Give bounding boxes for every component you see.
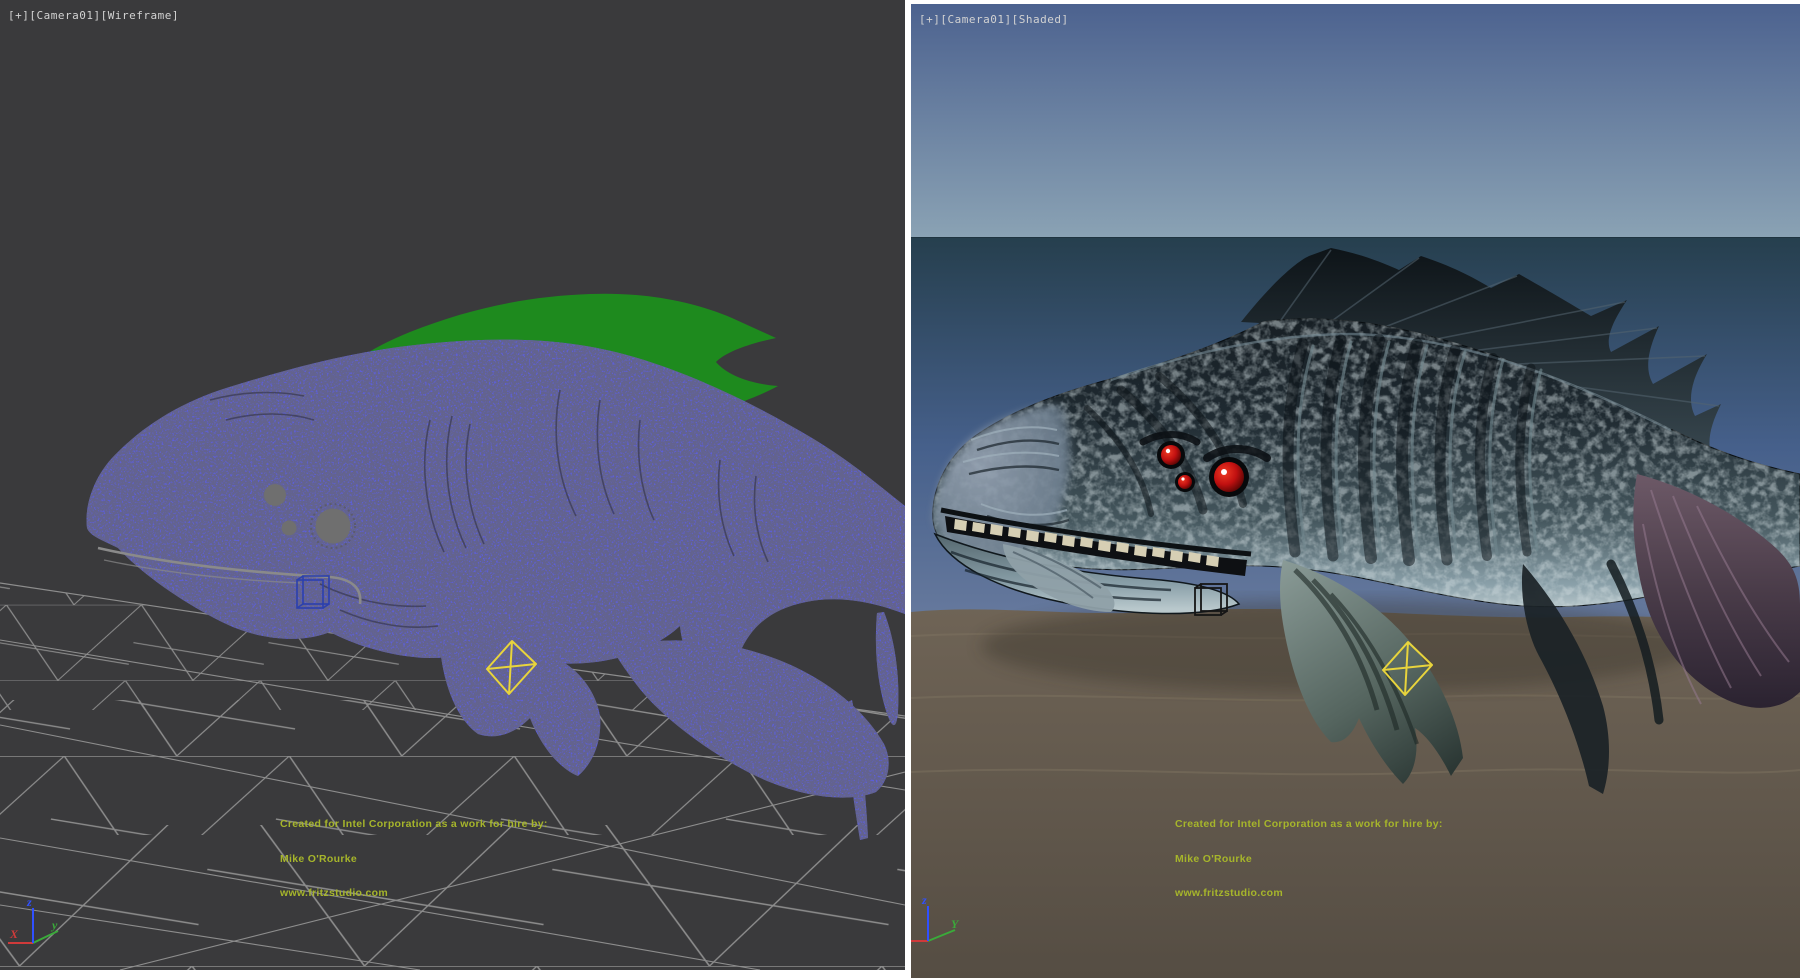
attribution-line-3: www.fritzstudio.com [1175,888,1443,900]
viewport-label-shaded[interactable]: [+][Camera01][Shaded] [919,13,1069,26]
attribution-line-2: Mike O'Rourke [280,854,548,866]
attribution-line-1: Created for Intel Corporation as a work … [280,819,548,831]
axis-z-label: z [921,893,927,907]
attribution-line-1: Created for Intel Corporation as a work … [1175,819,1443,831]
scene-attribution-text: Created for Intel Corporation as a work … [1175,796,1443,923]
sky-background [911,4,1800,238]
dual-viewport-canvas: X y z [+][Camera01][Wireframe] Created f… [0,0,1800,978]
viewport-label-wireframe[interactable]: [+][Camera01][Wireframe] [8,9,179,22]
attribution-line-2: Mike O'Rourke [1175,854,1443,866]
axis-z-label: z [26,895,32,909]
axis-y-label: y [50,918,58,932]
attribution-line-3: www.fritzstudio.com [280,888,548,900]
viewport-wireframe-panel[interactable]: X y z [+][Camera01][Wireframe] Created f… [0,0,905,970]
scene-attribution-text: Created for Intel Corporation as a work … [280,796,548,923]
viewport-shaded-panel[interactable]: Y z [+][Camera01][Shaded] Created for In… [911,4,1800,978]
axis-x-label: X [9,927,19,941]
